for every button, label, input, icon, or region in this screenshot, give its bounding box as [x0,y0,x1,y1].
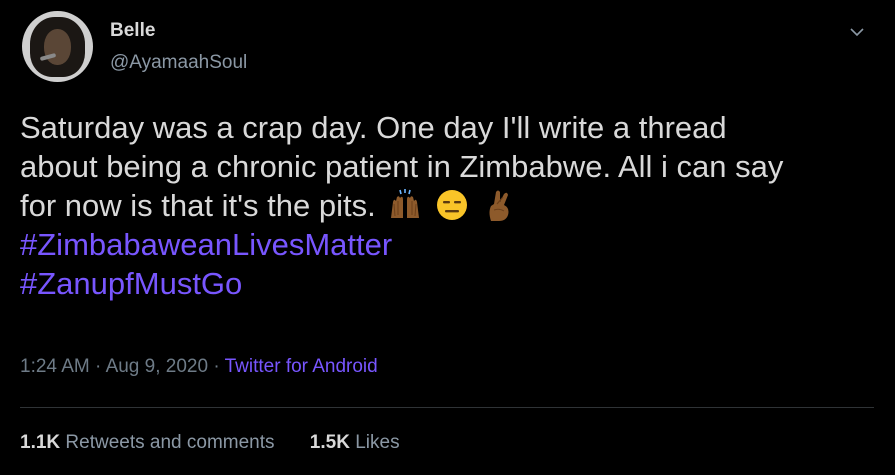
meta-separator: · [95,356,102,377]
tweet-text: Saturday was a crap day. One day I'll wr… [20,108,880,303]
chevron-down-icon[interactable] [848,23,866,41]
avatar[interactable] [22,11,93,82]
tweet-line-with-emojis: for now is that it's the pits. [20,186,880,225]
likes-count: 1.5K [309,432,350,453]
crossed-fingers-emoji [489,190,509,221]
author-handle[interactable]: @AyamaahSoul [110,52,247,74]
author-name[interactable]: Belle [110,20,155,42]
tweet-time[interactable]: 1:24 AM [20,356,90,377]
likes-label: Likes [355,432,400,453]
hashtag-link[interactable]: #ZanupfMustGo [20,264,880,303]
tweet-source-link[interactable]: Twitter for Android [225,356,378,377]
retweets-stat[interactable]: 1.1K Retweets and comments [20,432,280,453]
retweets-count: 1.1K [20,432,61,453]
tweet-line: about being a chronic patient in Zimbabw… [20,149,784,184]
likes-stat[interactable]: 1.5K Likes [310,432,400,453]
avatar-face [44,29,71,65]
meta-separator: · [213,356,220,377]
tweet-date[interactable]: Aug 9, 2020 [106,356,208,377]
tweet-stats: 1.1K Retweets and comments 1.5K Likes [20,432,430,454]
tweet-meta: 1:24 AM · Aug 9, 2020 · Twitter for Andr… [20,356,378,378]
hashtag-link[interactable]: #ZimbabaweanLivesMatter [20,225,880,264]
tweet-line: for now is that it's the pits. [20,188,376,223]
divider [20,407,874,408]
tweet-line: Saturday was a crap day. One day I'll wr… [20,110,727,145]
raising-hands-emoji [391,189,420,218]
expressionless-face-emoji [436,190,467,220]
retweets-label: Retweets and comments [65,432,275,453]
